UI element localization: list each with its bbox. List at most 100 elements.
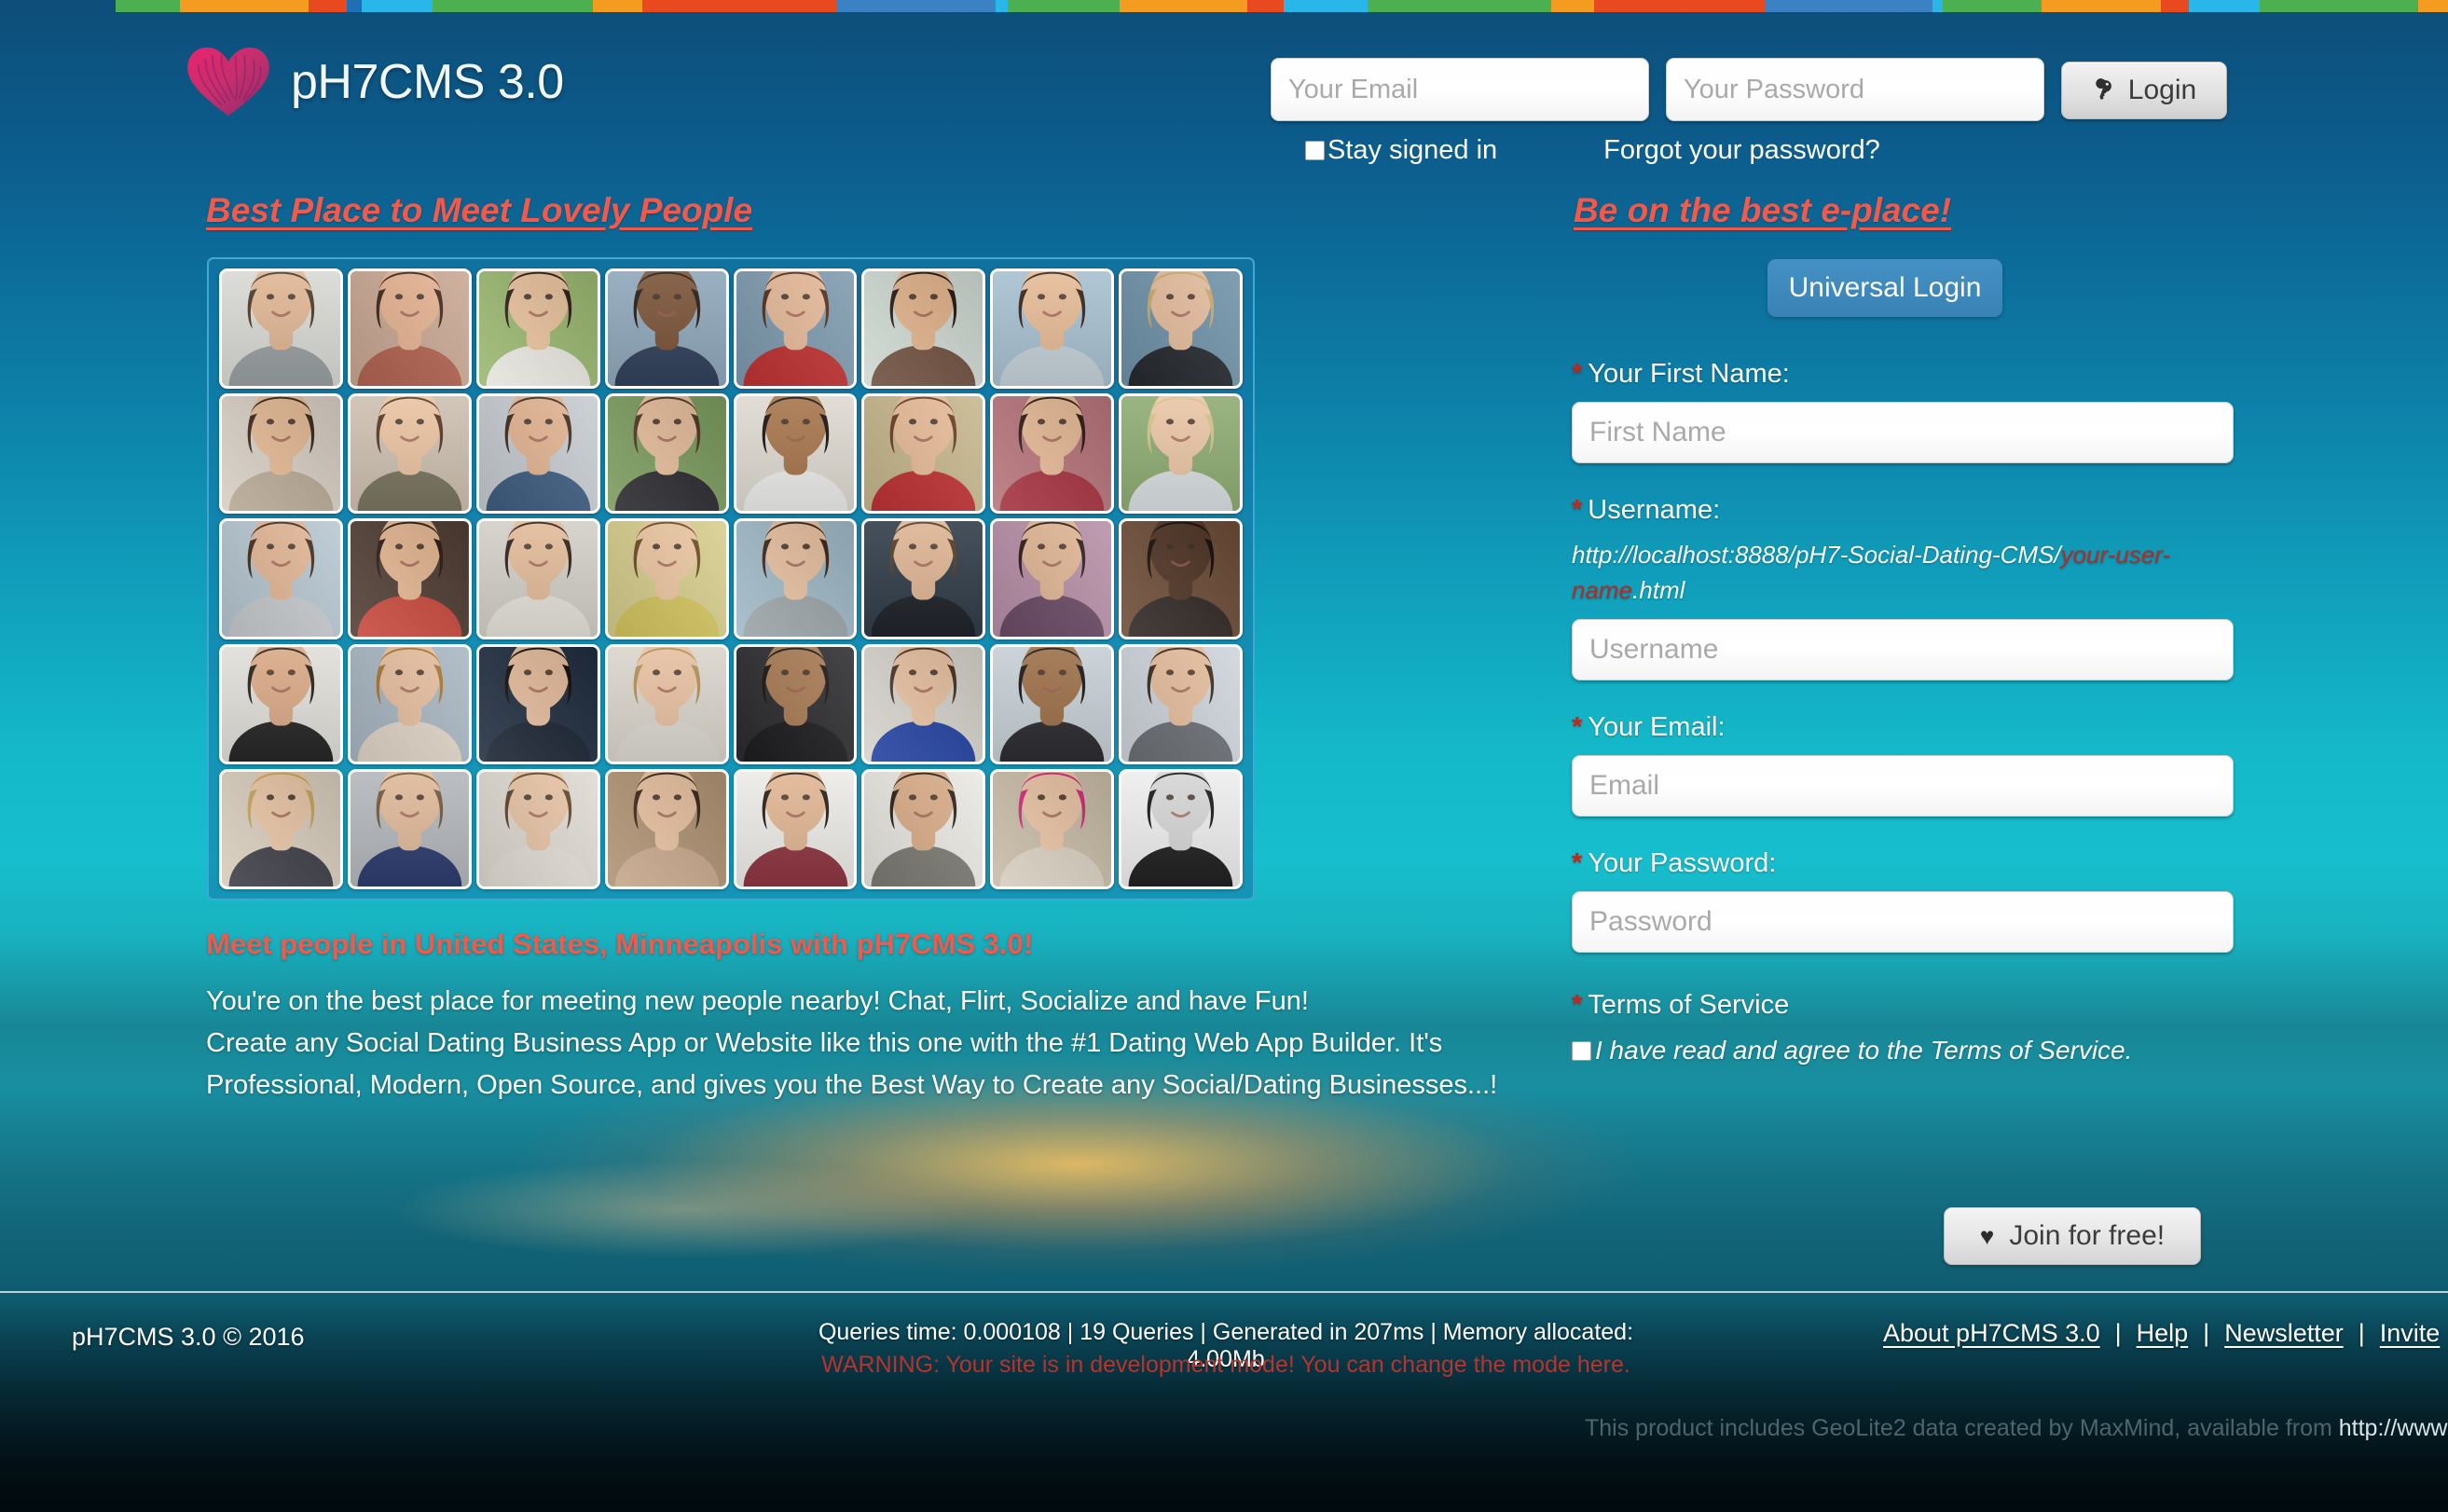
profile-photo-tile[interactable] bbox=[990, 768, 1115, 889]
first-name-input[interactable] bbox=[1572, 402, 2234, 463]
profile-photo-tile[interactable] bbox=[219, 643, 343, 764]
login-password-input[interactable] bbox=[1666, 58, 2044, 121]
profile-photo-tile[interactable] bbox=[219, 268, 343, 390]
tabstrip-segment[interactable] bbox=[1367, 0, 1552, 12]
login-button[interactable]: Login bbox=[2061, 62, 2227, 119]
tabstrip-segment[interactable] bbox=[180, 0, 309, 12]
maxmind-attribution: This product includes GeoLite2 data crea… bbox=[1585, 1415, 2448, 1442]
tabstrip-segment[interactable] bbox=[362, 0, 433, 12]
profile-photo-tile[interactable] bbox=[219, 768, 343, 889]
tabstrip-segment[interactable] bbox=[995, 0, 1009, 12]
heart-icon bbox=[187, 47, 269, 117]
profile-photo-tile[interactable] bbox=[861, 268, 986, 390]
tabstrip-segment[interactable] bbox=[641, 0, 837, 12]
password-input[interactable] bbox=[1572, 891, 2234, 954]
username-hint-suffix: .html bbox=[1632, 575, 1685, 604]
profile-photo-tile[interactable] bbox=[604, 268, 729, 390]
tabstrip-segment[interactable] bbox=[593, 0, 642, 12]
terms-of-service-checkbox[interactable] bbox=[1572, 1040, 1591, 1061]
profile-photo-tile[interactable] bbox=[604, 643, 729, 764]
tabstrip-segment[interactable] bbox=[1932, 0, 1944, 12]
tabstrip-segment[interactable] bbox=[2189, 0, 2261, 12]
tabstrip-segment[interactable] bbox=[433, 0, 594, 12]
profile-photo-tile[interactable] bbox=[733, 268, 858, 390]
profile-photo-tile[interactable] bbox=[1119, 268, 1243, 390]
tabstrip-segment[interactable] bbox=[2260, 0, 2418, 12]
profile-photo-tile[interactable] bbox=[990, 518, 1115, 639]
brand-logo[interactable]: pH7CMS 3.0 bbox=[183, 45, 564, 119]
required-star-icon: * bbox=[1572, 359, 1583, 389]
right-headline-link[interactable]: Be on the best e-place! bbox=[1574, 191, 1951, 230]
profile-photo-tile[interactable] bbox=[990, 268, 1115, 390]
tabstrip-segment[interactable] bbox=[1551, 0, 1595, 12]
tabstrip-segment[interactable] bbox=[2417, 0, 2448, 12]
tabstrip-segment[interactable] bbox=[1119, 0, 1248, 12]
tabstrip-segment[interactable] bbox=[1008, 0, 1120, 12]
profile-photo-tile[interactable] bbox=[347, 518, 472, 639]
profile-photo-tile[interactable] bbox=[733, 393, 858, 515]
login-email-input[interactable] bbox=[1271, 58, 1649, 121]
footer-link[interactable]: About pH7CMS 3.0 bbox=[1883, 1319, 2100, 1348]
profile-photo-tile[interactable] bbox=[733, 518, 858, 639]
profile-photo-tile[interactable] bbox=[1119, 393, 1243, 515]
profile-photo-grid bbox=[219, 268, 1243, 889]
profile-photo-tile[interactable] bbox=[347, 393, 472, 515]
profile-photo-tile[interactable] bbox=[733, 768, 858, 889]
tabstrip-segment[interactable] bbox=[116, 0, 181, 12]
footer-link[interactable]: Newsletter bbox=[2224, 1319, 2344, 1348]
profile-photo-tile[interactable] bbox=[475, 518, 600, 639]
profile-photo-tile[interactable] bbox=[1119, 518, 1243, 639]
tabstrip-segment[interactable] bbox=[1247, 0, 1285, 12]
tabstrip-segment[interactable] bbox=[1594, 0, 1766, 12]
tabstrip-segment[interactable] bbox=[2161, 0, 2190, 12]
footer-link-separator: | bbox=[2203, 1319, 2210, 1347]
registration-form: *Your First Name: *Username: http://loca… bbox=[1572, 359, 2243, 1065]
forgot-password-link[interactable]: Forgot your password? bbox=[1603, 135, 1880, 166]
profile-photo-tile[interactable] bbox=[604, 768, 729, 889]
left-body-line-1: You're on the best place for meeting new… bbox=[206, 986, 1309, 1016]
tabstrip-segment[interactable] bbox=[347, 0, 363, 12]
footer-link[interactable]: Invite bbox=[2380, 1319, 2441, 1348]
left-body-line-2: Create any Social Dating Business App or… bbox=[206, 1027, 1498, 1100]
tabstrip-segment[interactable] bbox=[1284, 0, 1368, 12]
terms-of-service-row[interactable]: I have read and agree to the Terms of Se… bbox=[1572, 1036, 2243, 1065]
profile-photo-tile[interactable] bbox=[861, 518, 986, 639]
tabstrip-segment[interactable] bbox=[308, 0, 348, 12]
tabstrip-segment[interactable] bbox=[1765, 0, 1932, 12]
profile-photo-tile[interactable] bbox=[861, 768, 986, 889]
join-for-free-button[interactable]: ♥ Join for free! bbox=[1944, 1207, 2201, 1265]
profile-photo-tile[interactable] bbox=[219, 518, 343, 639]
email-label-text: Your Email: bbox=[1588, 712, 1726, 743]
profile-photo-tile[interactable] bbox=[1119, 768, 1243, 889]
profile-photo-tile[interactable] bbox=[475, 268, 600, 390]
tabstrip-segment[interactable] bbox=[2041, 0, 2162, 12]
profile-photo-tile[interactable] bbox=[990, 643, 1115, 764]
footer-link[interactable]: Help bbox=[2137, 1319, 2189, 1348]
login-sub-row: Stay signed in Forgot your password? bbox=[1305, 135, 2014, 166]
email-input[interactable] bbox=[1572, 755, 2234, 818]
stay-signed-in-checkbox[interactable] bbox=[1305, 141, 1325, 160]
profile-photo-tile[interactable] bbox=[219, 393, 343, 515]
profile-photo-tile[interactable] bbox=[990, 393, 1115, 515]
brand-title: pH7CMS 3.0 bbox=[291, 55, 564, 109]
tabstrip-segment[interactable] bbox=[1943, 0, 2042, 12]
tabstrip-segment[interactable] bbox=[836, 0, 996, 12]
profile-photo-tile[interactable] bbox=[347, 768, 472, 889]
profile-photo-tile[interactable] bbox=[1119, 643, 1243, 764]
profile-photo-tile[interactable] bbox=[861, 393, 986, 515]
profile-photo-tile[interactable] bbox=[475, 768, 600, 889]
username-input[interactable] bbox=[1572, 619, 2234, 681]
profile-photo-tile[interactable] bbox=[347, 643, 472, 764]
profile-photo-tile[interactable] bbox=[861, 643, 986, 764]
profile-photo-tile[interactable] bbox=[733, 643, 858, 764]
left-headline-link[interactable]: Best Place to Meet Lovely People bbox=[206, 191, 752, 230]
universal-login-button[interactable]: Universal Login bbox=[1767, 259, 2002, 317]
maxmind-url-link[interactable]: http://www.maxmind.com bbox=[2339, 1415, 2448, 1441]
profile-photo-tile[interactable] bbox=[475, 393, 600, 515]
profile-photo-tile[interactable] bbox=[475, 643, 600, 764]
email-label: * Your Email: bbox=[1572, 712, 2243, 743]
profile-photo-tile[interactable] bbox=[604, 393, 729, 515]
profile-photo-tile[interactable] bbox=[347, 268, 472, 390]
stay-signed-in-row[interactable]: Stay signed in bbox=[1305, 135, 1497, 166]
profile-photo-tile[interactable] bbox=[604, 518, 729, 639]
